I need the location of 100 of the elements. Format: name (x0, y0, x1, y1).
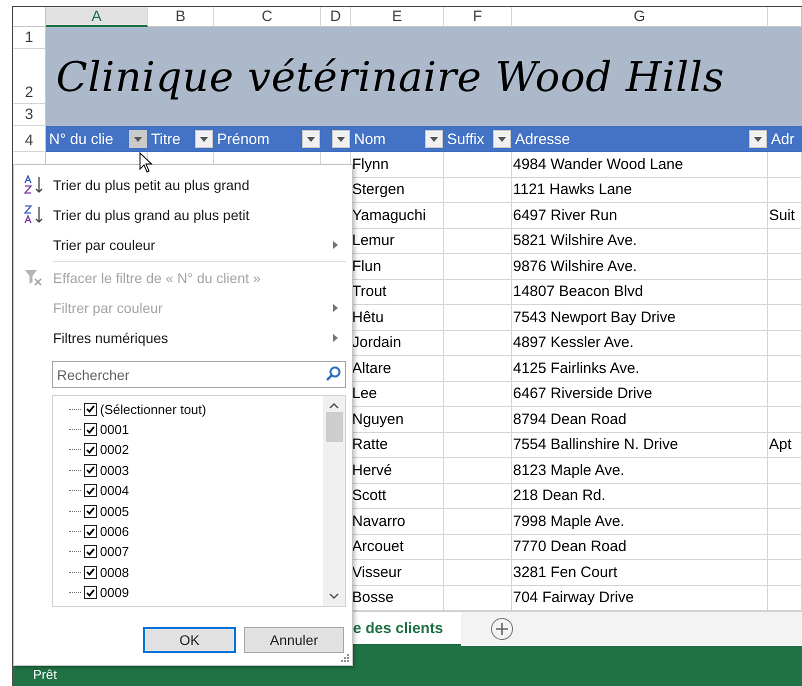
table-cell: 7770 Dean Road (512, 534, 768, 560)
table-cell (768, 560, 802, 586)
table-cell: 5821 Wilshire Ave. (512, 228, 768, 254)
caret-icon (307, 136, 315, 142)
column-label: Nom (354, 130, 386, 148)
table-cell (768, 305, 802, 330)
table-cell (768, 458, 802, 484)
filter-button[interactable] (195, 130, 213, 148)
checkbox[interactable] (84, 423, 97, 436)
dialog-button[interactable]: Annuler (244, 627, 344, 653)
table-cell: 4984 Wander Wood Lane (512, 152, 768, 178)
column-letter[interactable]: G (512, 7, 768, 27)
value-option[interactable]: 0007 (69, 542, 323, 562)
column-header-blank (768, 7, 802, 27)
checkbox[interactable] (84, 545, 97, 558)
table-cell: 8794 Dean Road (512, 407, 768, 432)
table-cell: Nguyen (351, 407, 444, 432)
dialog-button[interactable]: OK (143, 627, 236, 653)
value-option[interactable]: 0006 (69, 521, 323, 542)
table-cell (768, 534, 802, 560)
checkbox[interactable] (84, 443, 97, 456)
row-number[interactable]: 3 (13, 104, 46, 126)
checkbox[interactable] (84, 402, 97, 416)
value-option[interactable]: 0002 (69, 440, 323, 460)
filter-button[interactable] (302, 130, 320, 148)
checkbox[interactable] (84, 484, 97, 498)
table-cell (768, 254, 802, 280)
table-cell: Bosse (351, 586, 444, 611)
row-number[interactable]: 1 (13, 27, 46, 49)
table-cell (444, 432, 512, 458)
table-cell (444, 228, 512, 254)
checkbox[interactable] (84, 504, 97, 518)
row-number[interactable]: 4 (13, 126, 46, 152)
plus-icon (496, 623, 508, 635)
resize-grip-icon[interactable] (341, 654, 349, 662)
caret-icon (337, 136, 345, 142)
column-letter[interactable]: E (351, 7, 444, 27)
table-cell: 6497 River Run (512, 203, 768, 228)
checkbox[interactable] (84, 586, 97, 600)
value-option[interactable]: (Sélectionner tout) (69, 399, 323, 420)
table-cell: Lee (351, 382, 444, 407)
filter-button[interactable] (425, 130, 443, 148)
table-cell: 3281 Fen Court (512, 560, 768, 586)
table-cell: Flynn (351, 152, 444, 178)
table-cell (444, 534, 512, 560)
table-cell: Apt (768, 432, 802, 458)
filter-button[interactable] (129, 130, 147, 148)
value-option[interactable]: 0001 (69, 419, 323, 440)
table-cell (444, 330, 512, 356)
value-option[interactable]: 0009 (69, 582, 323, 603)
column-label: Titre (151, 130, 180, 148)
add-sheet-button[interactable] (491, 618, 514, 640)
table-cell (768, 280, 802, 305)
table-cell: 704 Fairway Drive (512, 586, 768, 611)
column-letter[interactable]: A (46, 7, 148, 27)
column-letter[interactable]: F (444, 7, 512, 27)
column-letter[interactable]: D (321, 7, 351, 27)
table-cell (444, 203, 512, 228)
table-cell (444, 407, 512, 432)
table-cell (768, 178, 802, 203)
table-cell (444, 458, 512, 484)
value-option[interactable]: 0003 (69, 460, 323, 481)
scrollbar[interactable] (323, 396, 345, 606)
table-cell: 9876 Wilshire Ave. (512, 254, 768, 280)
table-cell (768, 356, 802, 382)
table-cell: 7554 Ballinshire N. Drive (512, 432, 768, 458)
menu-item[interactable]: Trier du plus grand au plus petit (14, 200, 346, 230)
value-option[interactable]: 0008 (69, 562, 323, 583)
row-number[interactable]: 2 (13, 49, 46, 104)
table-cell (444, 305, 512, 330)
filter-button[interactable] (332, 130, 350, 148)
table-cell: 8123 Maple Ave. (512, 458, 768, 484)
column-label: Adr (771, 130, 794, 148)
checkbox[interactable] (84, 566, 97, 579)
value-option[interactable]: 0004 (69, 480, 323, 501)
search-field[interactable]: Rechercher (52, 361, 346, 388)
search-icon (325, 366, 341, 382)
sort-descending-icon (22, 205, 44, 225)
table-cell: 7543 Newport Bay Drive (512, 305, 768, 330)
table-cell: 4125 Fairlinks Ave. (512, 356, 768, 382)
table-cell (768, 382, 802, 407)
caret-icon (430, 136, 438, 142)
scrollbar-thumb[interactable] (326, 412, 342, 442)
value-option[interactable]: 0005 (69, 500, 323, 522)
menu-item[interactable]: Filtres numériques (14, 323, 346, 353)
menu-item[interactable]: Trier par couleur (14, 230, 346, 260)
table-cell (444, 356, 512, 382)
filter-button[interactable] (749, 130, 767, 148)
filter-button[interactable] (493, 130, 511, 148)
table-cell: Stergen (351, 178, 444, 203)
table-cell: Lemur (351, 228, 444, 254)
table-cell (444, 382, 512, 407)
column-letter[interactable]: B (148, 7, 214, 27)
checkbox[interactable] (84, 525, 97, 538)
column-letter[interactable]: C (214, 7, 321, 27)
menu-item[interactable]: Trier du plus petit au plus grand (14, 170, 346, 200)
clear-filter-icon (24, 269, 44, 287)
checkbox[interactable] (84, 464, 97, 477)
table-cell (768, 330, 802, 356)
column-label: Prénom (217, 130, 270, 148)
